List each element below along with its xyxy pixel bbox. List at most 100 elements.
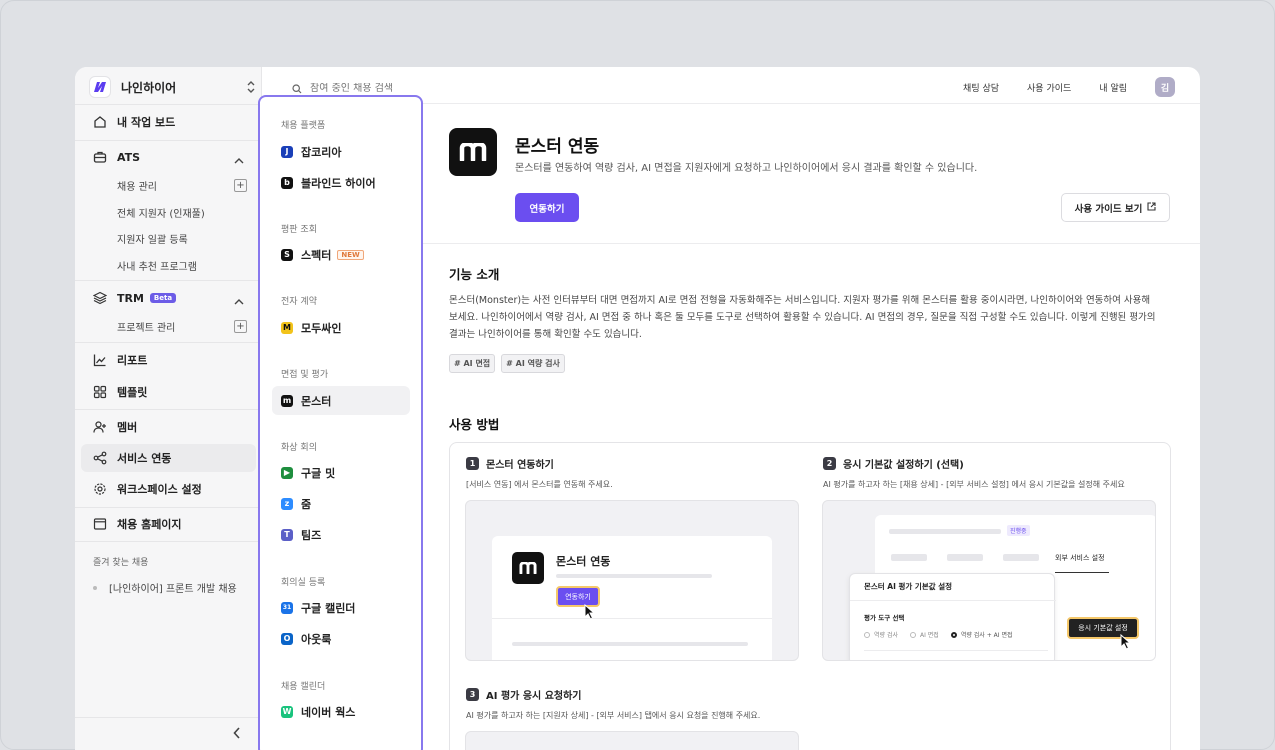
beta-badge: Beta (149, 293, 177, 303)
popup-item-teams[interactable]: T 팀즈 (272, 520, 410, 549)
intro-line: 몬스터(Monster)는 사전 인터뷰부터 대면 면접까지 AI로 면접 전형… (449, 295, 1151, 306)
notifications-link[interactable]: 내 알림 (1099, 81, 1127, 94)
nav-ats[interactable]: ATS (81, 143, 256, 171)
option-list: 역량 검사 AI 면접 역량 검사 + AI 면접 (864, 630, 1012, 639)
popup-item-google-meet[interactable]: ▶ 구글 밋 (272, 458, 410, 487)
chat-support-link[interactable]: 채팅 상담 (963, 81, 999, 94)
app-window: 나인하이어 내 작업 보드 ATS 채용 관리 + 전체 지원자 (인재풀) 지… (75, 67, 1200, 750)
user-guide-link[interactable]: 사용 가이드 (1027, 81, 1071, 94)
specter-icon: S (281, 248, 293, 261)
modusign-icon: M (281, 321, 293, 334)
add-recruit-button[interactable]: + (234, 179, 247, 192)
external-link-icon (1147, 201, 1156, 214)
nav-sub-recruit-manage[interactable]: 채용 관리 (117, 175, 245, 195)
illus-title: 몬스터 연동 (556, 555, 611, 568)
divider (75, 342, 262, 343)
nav-integration-label: 서비스 연동 (117, 452, 172, 465)
share-icon (93, 451, 107, 465)
divider (423, 243, 1200, 244)
panel-title: 몬스터 AI 평가 기본값 설정 (864, 582, 953, 591)
nav-sub-project[interactable]: 프로젝트 관리 (117, 316, 245, 336)
nav-template[interactable]: 템플릿 (81, 378, 256, 406)
guide-button[interactable]: 사용 가이드 보기 (1061, 193, 1170, 222)
nav-member[interactable]: 멤버 (81, 413, 256, 441)
nav-sub-referral[interactable]: 사내 추천 프로그램 (117, 255, 245, 275)
popup-item-label: 스펙터 (301, 248, 332, 262)
option-label: AI 면접 (920, 632, 939, 639)
gear-icon (93, 482, 107, 496)
popup-item-jobkorea[interactable]: J 잡코리아 (272, 137, 410, 166)
divider (75, 507, 262, 508)
nav-integration[interactable]: 서비스 연동 (81, 444, 256, 472)
nav-sub-bulk-register[interactable]: 지원자 일괄 등록 (117, 228, 245, 248)
intro-text: 몬스터(Monster)는 사전 인터뷰부터 대면 면접까지 AI로 면접 전형… (449, 292, 1179, 343)
grid-icon (93, 385, 107, 399)
chevron-up-icon[interactable] (234, 292, 244, 311)
monster-logo-icon (449, 128, 497, 176)
step-title: AI 평가 응시 요청하기 (486, 691, 582, 702)
favorites-title: 즐겨 찾는 채용 (93, 558, 149, 568)
popup-item-label: 블라인드 하이어 (301, 176, 376, 190)
divider (75, 280, 262, 281)
popup-item-google-calendar[interactable]: 31 구글 캘린더 (272, 593, 410, 622)
option-label: 역량 검사 (874, 632, 898, 639)
nav-trm[interactable]: TRM Beta (81, 284, 256, 312)
chevron-up-icon[interactable] (234, 151, 244, 170)
nav-dashboard[interactable]: 내 작업 보드 (81, 108, 256, 136)
nav-homepage[interactable]: 채용 홈페이지 (81, 510, 256, 538)
jobkorea-icon: J (281, 145, 293, 158)
nav-workspace-settings[interactable]: 워크스페이스 설정 (81, 475, 256, 503)
nav-report[interactable]: 리포트 (81, 346, 256, 374)
tag: # AI 역량 검사 (501, 354, 565, 373)
placeholder-tab (1003, 554, 1039, 561)
popup-item-blind[interactable]: b 블라인드 하이어 (272, 168, 410, 197)
search-input[interactable] (310, 83, 450, 94)
popup-item-modusign[interactable]: M 모두싸인 (272, 313, 410, 342)
popup-item-monster[interactable]: m 몬스터 (272, 386, 410, 415)
nav-member-label: 멤버 (117, 421, 138, 434)
page-description: 몬스터를 연동하여 역량 검사, AI 면접을 지원자에게 요청하고 나인하이어… (515, 163, 978, 174)
nav-sub-label: 사내 추천 프로그램 (117, 261, 197, 273)
step-description: AI 평가를 하고자 하는 [채용 상세] - [외부 서비스 설정] 에서 응… (823, 480, 1125, 489)
workspace-switcher[interactable]: 나인하이어 (89, 75, 255, 99)
step-number: 3 (466, 688, 479, 701)
option-label: 역량 검사 + AI 면접 (960, 632, 1013, 639)
divider (850, 600, 1056, 601)
nav-report-label: 리포트 (117, 354, 148, 367)
nav-sub-label: 프로젝트 관리 (117, 322, 176, 334)
popup-item-label: 잡코리아 (301, 145, 342, 159)
nav-trm-label: TRM (117, 291, 144, 305)
step-3-illustration (465, 731, 799, 750)
avatar[interactable]: 김 (1155, 77, 1175, 97)
popup-item-zoom[interactable]: z 줌 (272, 489, 410, 518)
divider (75, 717, 262, 718)
popup-item-label: 모두싸인 (301, 321, 342, 335)
nav-sub-talent-pool[interactable]: 전체 지원자 (인재풀) (117, 202, 245, 222)
top-links: 채팅 상담 사용 가이드 내 알림 김 (935, 77, 1175, 97)
divider (492, 618, 772, 619)
popup-item-label: 몬스터 (301, 394, 332, 408)
intro-line: 결과는 나인하이어를 통해 확인할 수도 있습니다. (449, 329, 642, 340)
step-2: 2 응시 기본값 설정하기 (선택) (823, 456, 964, 471)
favorite-item[interactable]: [나인하이어] 프론트 개발 채용 (93, 580, 237, 595)
briefcase-icon (93, 150, 107, 164)
layers-icon (93, 291, 107, 305)
intro-title: 기능 소개 (449, 267, 500, 282)
intro-line: 보세요. 나인하이어에서 역량 검사, AI 면접 중 하나 혹은 둘 모두를 … (449, 312, 1156, 323)
browser-icon (93, 517, 107, 531)
nav-ats-label: ATS (117, 150, 141, 164)
collapse-sidebar-icon[interactable] (233, 727, 241, 742)
popup-item-specter[interactable]: S 스펙터 NEW (272, 240, 410, 269)
google-meet-icon: ▶ (281, 466, 293, 479)
group-title-contract: 전자 계약 (281, 297, 317, 307)
cursor-icon (1120, 633, 1132, 654)
group-title-reference: 평판 조회 (281, 225, 317, 235)
popup-item-label: 줌 (301, 497, 312, 511)
connect-button[interactable]: 연동하기 (515, 193, 579, 222)
usage-box: 1 몬스터 연동하기 [서비스 연동] 에서 몬스터를 연동해 주세요. 몬스터… (449, 442, 1171, 750)
popup-item-outlook[interactable]: O 아웃룩 (272, 624, 410, 653)
group-title-meeting-room: 회의실 등록 (281, 578, 326, 588)
divider (75, 140, 262, 141)
add-project-button[interactable]: + (234, 320, 247, 333)
popup-item-naver-works[interactable]: W 네이버 웍스 (272, 697, 410, 726)
